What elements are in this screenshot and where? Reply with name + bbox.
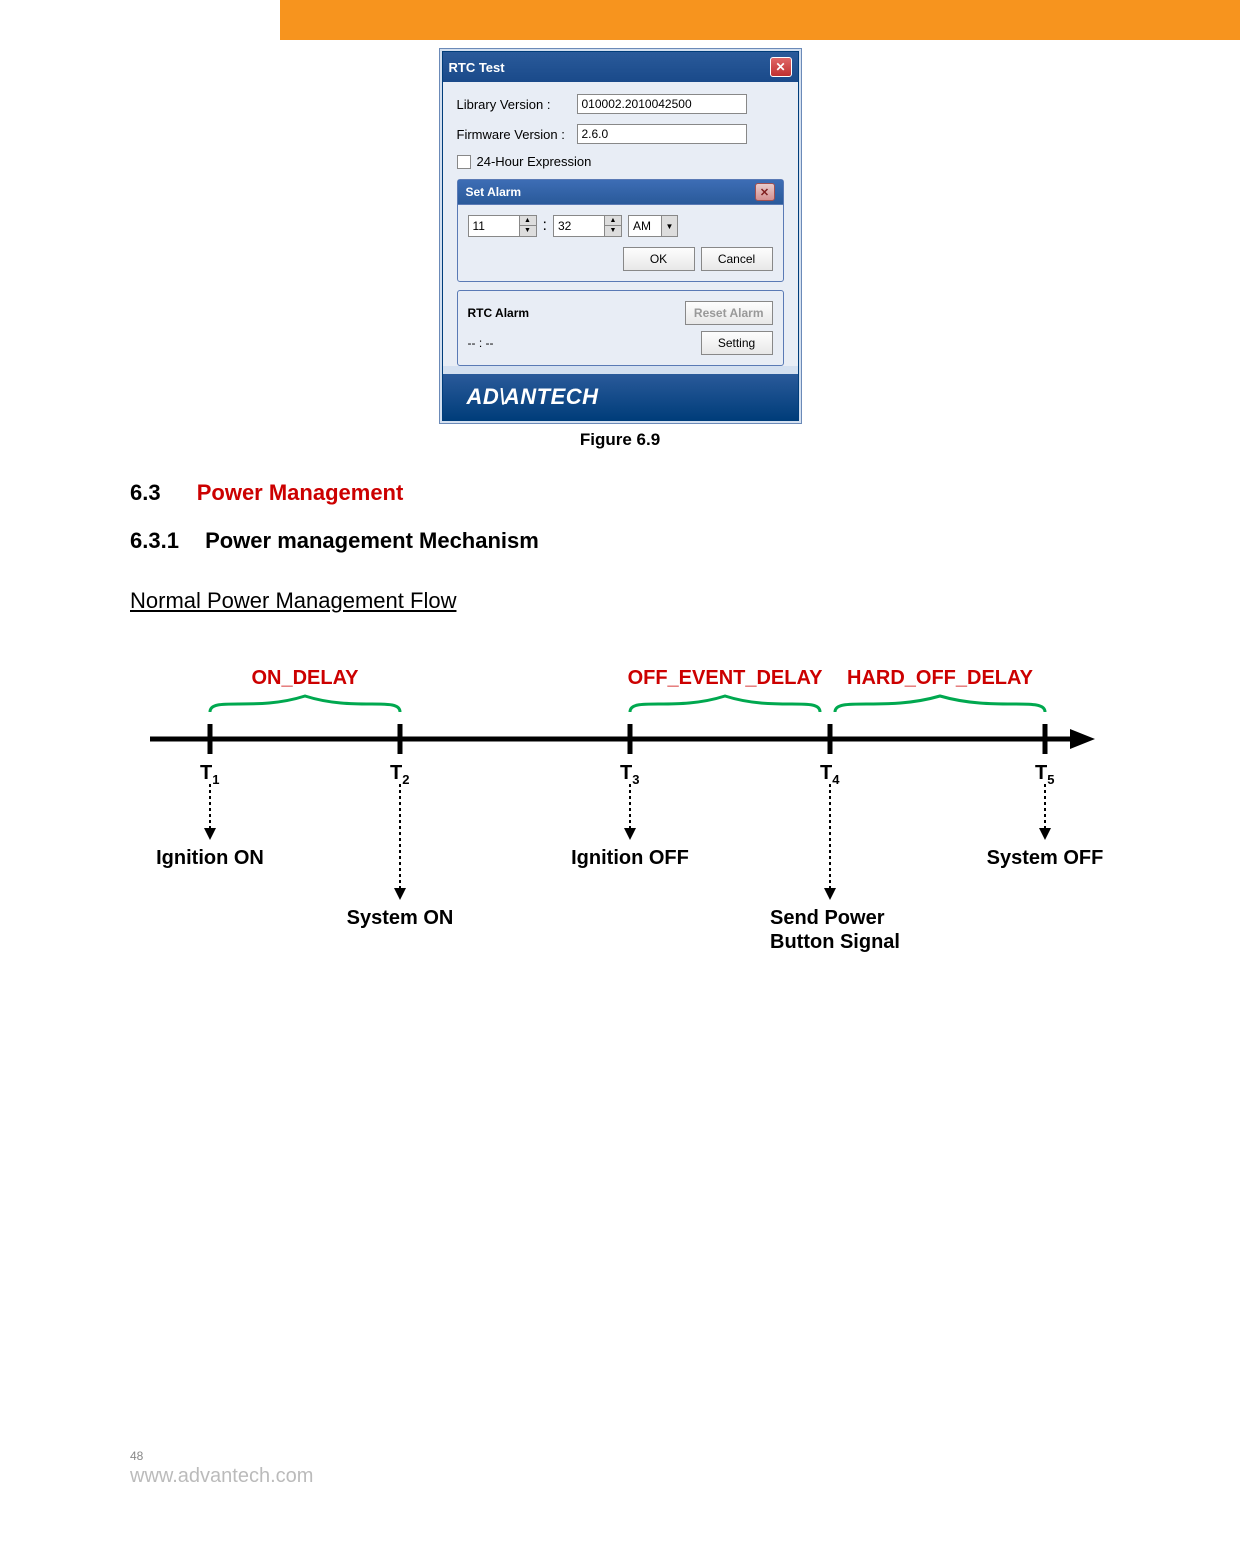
on-delay-label: ON_DELAY	[251, 667, 359, 689]
set-alarm-panel: Set Alarm ✕ ▲▼ :	[457, 179, 784, 282]
setting-button[interactable]: Setting	[701, 331, 773, 355]
system-on-label: System ON	[347, 907, 454, 929]
time-colon: :	[543, 217, 547, 235]
library-version-field[interactable]: 010002.2010042500	[577, 94, 747, 114]
svg-text:T3: T3	[620, 762, 639, 787]
power-flow-diagram: ON_DELAY OFF_EVENT_DELAY HARD_OFF_DELAY …	[130, 664, 1110, 1029]
header-bar	[0, 0, 1240, 40]
firmware-version-label: Firmware Version :	[457, 127, 577, 142]
minute-spinner[interactable]: ▲▼	[553, 215, 622, 237]
system-off-label: System OFF	[987, 847, 1104, 869]
page-number: 48	[130, 1449, 1110, 1463]
rtc-time-placeholder: -- : --	[468, 336, 494, 350]
minute-input[interactable]	[553, 215, 605, 237]
dialog-title: RTC Test	[449, 60, 505, 75]
ampm-input[interactable]	[628, 215, 662, 237]
spin-down-icon[interactable]: ▼	[605, 226, 621, 236]
panel-close-icon[interactable]: ✕	[755, 183, 775, 201]
hard-off-delay-label: HARD_OFF_DELAY	[847, 667, 1034, 689]
checkbox-24hour[interactable]	[457, 155, 471, 169]
section-number: 6.3	[130, 480, 161, 505]
subsection-title: Power management Mechanism	[205, 528, 539, 553]
rtc-alarm-label: RTC Alarm	[468, 306, 530, 320]
close-icon[interactable]: ✕	[770, 57, 792, 77]
ampm-combo[interactable]: ▼	[628, 215, 678, 237]
subsection-number: 6.3.1	[130, 528, 179, 553]
hour-input[interactable]	[468, 215, 520, 237]
flow-title: Normal Power Management Flow	[130, 588, 1110, 614]
header-white-box	[0, 0, 280, 40]
ignition-off-label: Ignition OFF	[571, 847, 689, 869]
figure-caption: Figure 6.9	[580, 430, 660, 450]
section-title: Power Management	[197, 480, 404, 505]
figure-container: RTC Test ✕ Library Version : 010002.2010…	[130, 48, 1110, 450]
section-heading: 6.3 Power Management	[130, 480, 1110, 506]
logo-strip: AD\ANTECH	[443, 374, 798, 420]
svg-text:T5: T5	[1035, 762, 1054, 787]
spin-up-icon[interactable]: ▲	[520, 216, 536, 226]
spin-down-icon[interactable]: ▼	[520, 226, 536, 236]
svg-text:T1: T1	[200, 762, 219, 787]
spin-up-icon[interactable]: ▲	[605, 216, 621, 226]
set-alarm-title: Set Alarm	[466, 185, 522, 199]
cancel-button[interactable]: Cancel	[701, 247, 773, 271]
footer-url: www.advantech.com	[130, 1465, 1110, 1488]
button-signal-label: Button Signal	[770, 931, 900, 953]
hour-spinner[interactable]: ▲▼	[468, 215, 537, 237]
svg-text:T2: T2	[390, 762, 409, 787]
firmware-version-field[interactable]: 2.6.0	[577, 124, 747, 144]
checkbox-24hour-label: 24-Hour Expression	[477, 154, 592, 169]
chevron-down-icon[interactable]: ▼	[662, 215, 678, 237]
subsection-heading: 6.3.1 Power management Mechanism	[130, 528, 1110, 554]
off-event-delay-label: OFF_EVENT_DELAY	[628, 667, 824, 689]
rtc-alarm-panel: RTC Alarm Reset Alarm -- : -- Setting	[457, 290, 784, 366]
ok-button[interactable]: OK	[623, 247, 695, 271]
svg-text:T4: T4	[820, 762, 840, 787]
page-footer: 48 www.advantech.com	[130, 1449, 1110, 1488]
library-version-label: Library Version :	[457, 97, 577, 112]
reset-alarm-button[interactable]: Reset Alarm	[685, 301, 773, 325]
advantech-logo: AD\ANTECH	[467, 384, 599, 410]
send-power-label: Send Power	[770, 907, 885, 929]
ignition-on-label: Ignition ON	[156, 847, 264, 869]
dialog-titlebar: RTC Test ✕	[443, 52, 798, 82]
